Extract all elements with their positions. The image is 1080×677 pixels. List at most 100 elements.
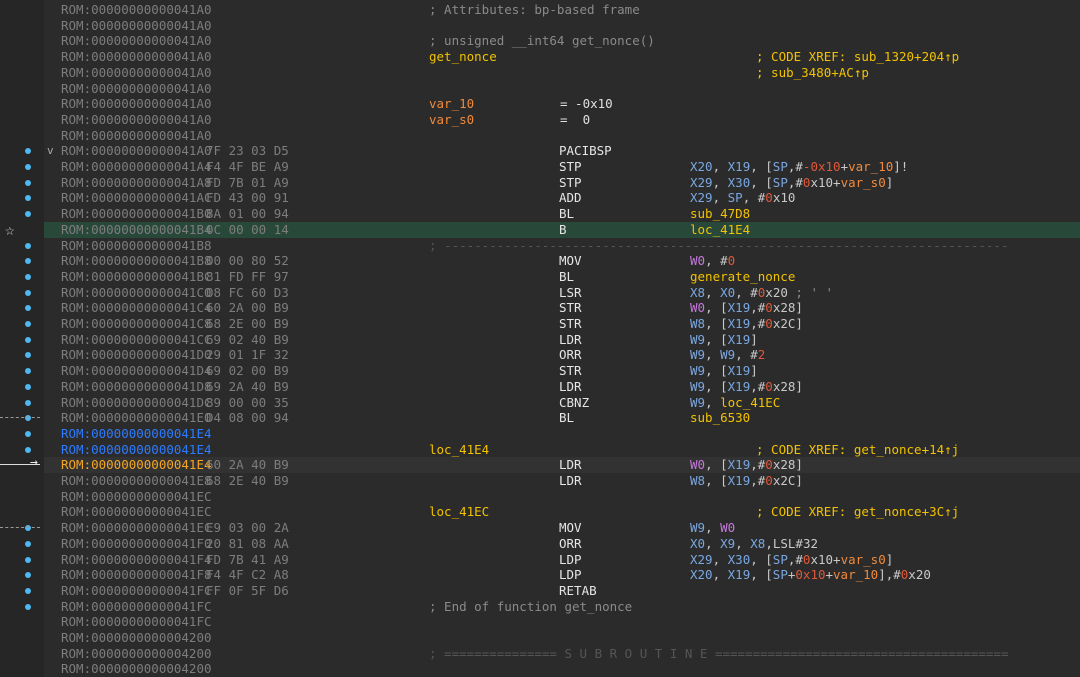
breakpoint-dot[interactable]	[25, 352, 31, 359]
listing-row[interactable]: ROM:00000000000041FC FF 0F 5F D6 RETAB	[44, 583, 1080, 599]
breakpoint-dot[interactable]	[25, 446, 31, 453]
listing-row[interactable]: ROM:00000000000041FC ; End of function ge…	[44, 599, 1080, 615]
disassembly-listing[interactable]: ROM:00000000000041A0 ; Attributes: bp-bas…	[44, 0, 1080, 677]
bookmark-star-icon[interactable]: ☆	[5, 220, 15, 239]
listing-row[interactable]: ROM:00000000000041B8 00 00 80 52 MOV W0, #0	[44, 253, 1080, 269]
listing-row[interactable]: ROM:00000000000041EC	[44, 489, 1080, 505]
operands: sub_6530	[690, 410, 751, 426]
listing-row[interactable]: ROM:00000000000041FC	[44, 614, 1080, 630]
breakpoint-dot[interactable]	[25, 258, 31, 265]
listing-row[interactable]: ROM:00000000000041A8 FD 7B 01 A9 STP X29, X…	[44, 175, 1080, 191]
breakpoint-dot[interactable]	[25, 383, 31, 390]
opcode-bytes: 08 FC 60 D3	[206, 284, 289, 300]
operands: W9, loc_41EC	[690, 394, 781, 410]
listing-row[interactable]: ROM:00000000000041F8 F4 4F C2 A8 LDP X20, X…	[44, 567, 1080, 583]
breakpoint-dot[interactable]	[25, 415, 31, 422]
breakpoint-dot[interactable]	[25, 195, 31, 202]
listing-row[interactable]: ROM:00000000000041D0 29 01 1F 32 ORR W9, W9…	[44, 347, 1080, 363]
listing-row[interactable]: ROM:00000000000041D8 69 2A 40 B9 LDR W9, [X…	[44, 379, 1080, 395]
operands: W9, W9, #2	[690, 347, 766, 363]
operands: X0, X9, X8,LSL#32	[690, 535, 818, 551]
breakpoint-dot[interactable]	[25, 179, 31, 186]
fold-chevron-icon[interactable]: v	[47, 143, 54, 159]
mnemonic: STR	[559, 316, 582, 331]
listing-row[interactable]: ROM:00000000000041E8 68 2E 40 B9 LDR W8, [X…	[44, 473, 1080, 489]
breakpoint-dot[interactable]	[25, 273, 31, 280]
listing-row[interactable]: ROM:00000000000041BC 81 FD FF 97 BL generat…	[44, 269, 1080, 285]
breakpoint-dot[interactable]	[25, 587, 31, 594]
listing-row[interactable]: ROM:00000000000041A0	[44, 81, 1080, 97]
mnemonic: BL	[559, 268, 575, 284]
listing-row[interactable]: ROM:00000000000041E4 60 2A 40 B9 LDR W0, [X…	[44, 457, 1080, 474]
breakpoint-dot[interactable]	[25, 430, 31, 437]
listing-row[interactable]: ROM:0000000000004200	[44, 661, 1080, 677]
breakpoint-dot[interactable]	[25, 603, 31, 610]
xref-comment: ; CODE XREF: get_nonce+3C↑j	[756, 504, 960, 520]
breakpoint-dot[interactable]	[25, 305, 31, 312]
opcode-bytes: FD 43 00 91	[206, 190, 289, 206]
breakpoint-dot[interactable]	[25, 148, 31, 155]
opcode-bytes: F4 4F C2 A8	[206, 567, 289, 583]
breakpoint-dot[interactable]	[25, 336, 31, 343]
breakpoint-dot[interactable]	[25, 289, 31, 296]
listing-row[interactable]: ROM:00000000000041A0 get_nonce ; CODE XREF…	[44, 49, 1080, 65]
listing-row[interactable]: v ROM:00000000000041A0 7F 23 03 D5 PACIBSP	[44, 143, 1080, 159]
xref-comment: ; CODE XREF: get_nonce+14↑j	[756, 441, 960, 457]
address: ROM:00000000000041B4	[61, 221, 212, 237]
listing-row[interactable]: ROM:0000000000004200 ; =============== S …	[44, 646, 1080, 662]
breakpoint-dot[interactable]	[25, 211, 31, 218]
breakpoint-dot[interactable]	[25, 556, 31, 563]
opcode-bytes: 8A 01 00 94	[206, 206, 289, 222]
code-label: loc_41E4	[429, 441, 490, 457]
stack-var-name: var_s0	[429, 111, 475, 127]
navigation-gutter[interactable]: ☆ →	[0, 0, 44, 677]
breakpoint-dot[interactable]	[25, 368, 31, 375]
listing-row[interactable]: ROM:00000000000041A0	[44, 18, 1080, 34]
operands: W0, #0	[690, 253, 736, 269]
listing-row[interactable]: ROM:00000000000041D4 69 02 00 B9 STR W9, [X…	[44, 363, 1080, 379]
address: ROM:00000000000041A8	[61, 174, 212, 190]
listing-row[interactable]: ROM:00000000000041B8 ; ------------------…	[44, 238, 1080, 254]
listing-row[interactable]: ROM:00000000000041EC E9 03 00 2A MOV W9, W0	[44, 520, 1080, 536]
listing-row[interactable]: ROM:00000000000041A0 ; sub_3480+AC↑p	[44, 65, 1080, 81]
operands: W9, W0	[690, 520, 736, 536]
address: ROM:00000000000041A0	[61, 111, 212, 127]
listing-row[interactable]: ROM:00000000000041E4	[44, 426, 1080, 442]
breakpoint-dot[interactable]	[25, 164, 31, 170]
listing-row[interactable]: ROM:0000000000004200	[44, 630, 1080, 646]
breakpoint-dot[interactable]	[25, 399, 31, 406]
breakpoint-dot[interactable]	[25, 321, 31, 327]
listing-row[interactable]: ROM:00000000000041A0 ; Attributes: bp-bas…	[44, 2, 1080, 18]
listing-row[interactable]: ROM:00000000000041B0 8A 01 00 94 BL sub_47D…	[44, 206, 1080, 222]
opcode-bytes: FD 7B 01 A9	[206, 174, 289, 190]
opcode-bytes: 60 2A 40 B9	[206, 457, 289, 473]
listing-row[interactable]: ROM:00000000000041F0 20 81 08 AA ORR X0, X9…	[44, 536, 1080, 552]
operands: X8, X0, #0x20 ; ' '	[690, 284, 834, 300]
listing-row[interactable]: ROM:00000000000041A0	[44, 128, 1080, 144]
listing-row[interactable]: ROM:00000000000041C4 60 2A 00 B9 STR W0, [X…	[44, 300, 1080, 316]
breakpoint-dot[interactable]	[25, 540, 31, 547]
listing-row[interactable]: ROM:00000000000041A0 var_10 = -0x10	[44, 96, 1080, 112]
address: ROM:00000000000041B8	[61, 253, 212, 269]
listing-row[interactable]: ROM:00000000000041A4 F4 4F BE A9 STP X20, X…	[44, 159, 1080, 175]
listing-row[interactable]: ROM:00000000000041B4 0C 00 00 14 Bloc_41E4	[44, 221, 1080, 238]
listing-row[interactable]: ROM:00000000000041CC 69 02 40 B9 LDR W9, [X…	[44, 332, 1080, 348]
address: ROM:00000000000041D0	[61, 347, 212, 363]
mnemonic: LDR	[559, 457, 582, 473]
listing-row[interactable]: ROM:00000000000041DC 89 00 00 35 CBNZ W9, l…	[44, 395, 1080, 411]
breakpoint-dot[interactable]	[25, 242, 31, 249]
listing-row[interactable]: ROM:00000000000041F4 FD 7B 41 A9 LDP X29, X…	[44, 552, 1080, 568]
breakpoint-dot[interactable]	[25, 572, 31, 579]
listing-row[interactable]: ROM:00000000000041A0 var_s0 = 0	[44, 112, 1080, 128]
listing-row[interactable]: ROM:00000000000041C0 08 FC 60 D3 LSR X8, X0…	[44, 285, 1080, 301]
mnemonic: LDP	[559, 551, 582, 567]
listing-row[interactable]: ROM:00000000000041AC FD 43 00 91 ADD X29, S…	[44, 190, 1080, 206]
listing-row[interactable]: ROM:00000000000041C8 68 2E 00 B9 STR W8, [X…	[44, 316, 1080, 332]
listing-row[interactable]: ROM:00000000000041A0 ; unsigned __int64 g…	[44, 33, 1080, 49]
listing-row[interactable]: ROM:00000000000041E4 loc_41E4 ; CODE XREF:…	[44, 442, 1080, 458]
mnemonic: LDR	[559, 378, 582, 394]
listing-row[interactable]: ROM:00000000000041EC loc_41EC ; CODE XREF:…	[44, 504, 1080, 520]
breakpoint-dot[interactable]	[25, 525, 31, 532]
listing-row[interactable]: ROM:00000000000041E0 D4 08 00 94 BL sub_653…	[44, 410, 1080, 426]
mnemonic: RETAB	[559, 582, 597, 598]
